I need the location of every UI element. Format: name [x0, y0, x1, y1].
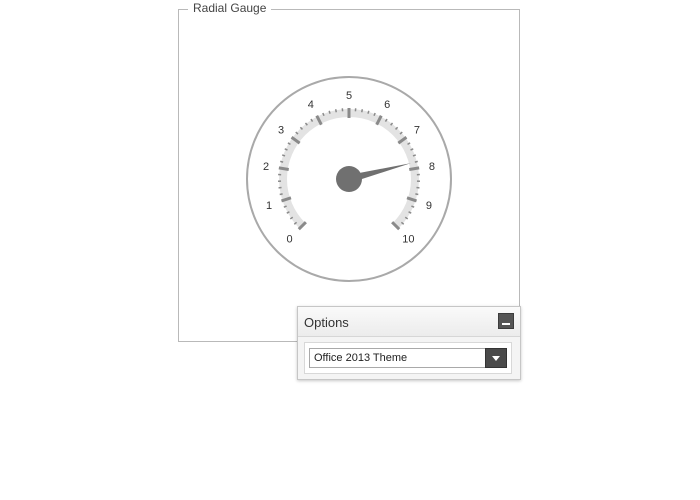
gauge-minor-tick: [281, 154, 286, 157]
minimize-button[interactable]: [498, 313, 514, 329]
gauge-label: 1: [266, 200, 272, 212]
options-body: Office 2013 Theme: [304, 342, 512, 374]
gauge-minor-tick: [334, 109, 337, 113]
gauge-label: 8: [429, 161, 435, 173]
gauge-minor-tick: [373, 112, 376, 117]
gauge-minor-tick: [279, 193, 283, 196]
gauge-label: 4: [308, 99, 314, 111]
gauge-major-tick: [409, 166, 420, 171]
gauge-label: 10: [402, 233, 414, 245]
gauge-minor-tick: [280, 160, 284, 163]
gauge-needle[interactable]: [336, 163, 411, 192]
gauge-minor-tick: [322, 112, 325, 117]
gauge-label: 7: [414, 125, 420, 137]
theme-combobox-value: Office 2013 Theme: [314, 352, 408, 364]
gauge-label: 3: [278, 125, 284, 137]
gauge-label: 2: [263, 161, 269, 173]
gauge-minor-tick: [414, 160, 418, 163]
gauge-minor-tick: [367, 110, 370, 114]
options-title: Options: [304, 315, 349, 330]
gauge-label: 0: [287, 233, 293, 245]
gauge-label: 9: [426, 200, 432, 212]
theme-combobox[interactable]: Office 2013 Theme: [309, 348, 507, 368]
gauge-label: 5: [346, 90, 352, 102]
radial-gauge: 0 1 2 3 4 5 6 7 8 9 10: [243, 73, 455, 285]
gauge-needle-hub: [336, 166, 362, 192]
gauge-major-tick: [278, 166, 289, 171]
gauge-minor-tick: [328, 110, 331, 114]
gauge-label: 6: [384, 99, 390, 111]
gauge-svg: 0 1 2 3 4 5 6 7 8 9 10: [246, 76, 452, 282]
gauge-minor-tick: [412, 154, 417, 157]
group-box-title: Radial Gauge: [188, 1, 272, 15]
options-panel: Options Office 2013 Theme: [297, 306, 521, 380]
chevron-down-icon[interactable]: [485, 348, 507, 368]
gauge-minor-tick: [415, 193, 419, 196]
gauge-minor-tick: [361, 109, 364, 113]
options-header: Options: [298, 307, 520, 337]
